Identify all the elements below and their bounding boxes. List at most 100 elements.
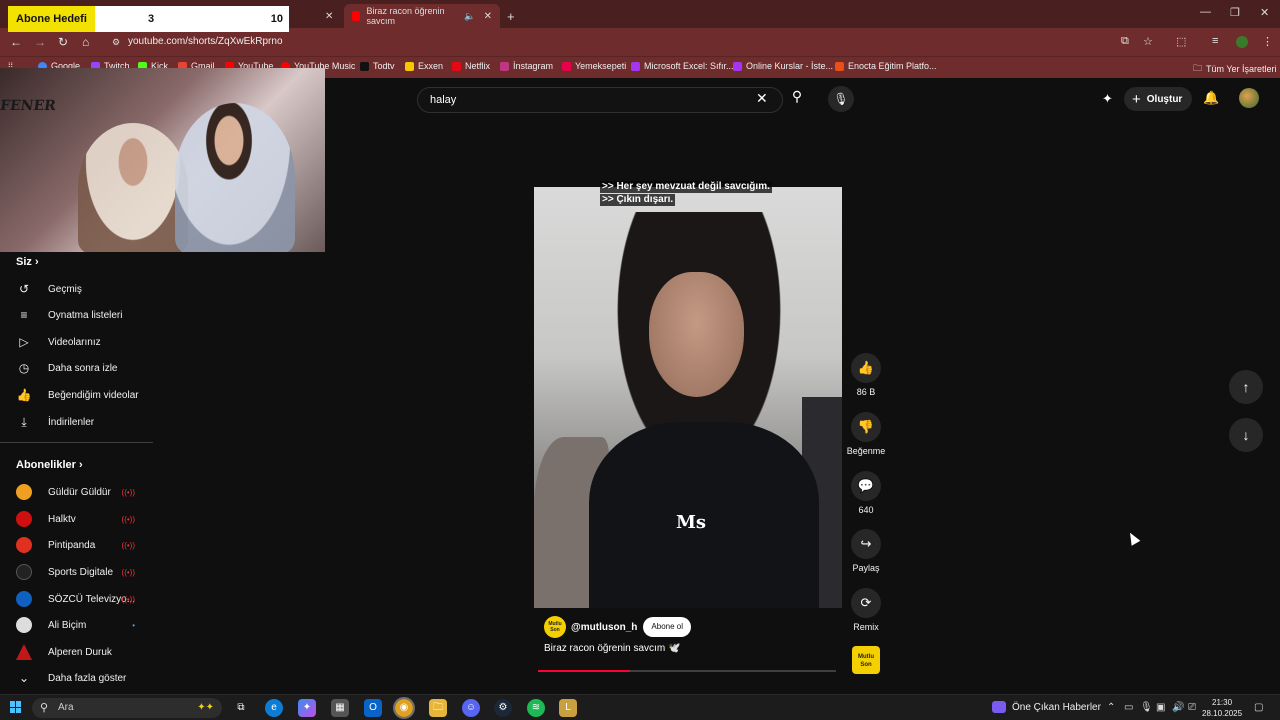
sidebar-item-downloads[interactable]: ⤓ İndirilenler bbox=[0, 409, 155, 435]
sound-thumbnail-logo: Mutlu Son bbox=[852, 646, 880, 674]
account-avatar[interactable] bbox=[1239, 88, 1259, 108]
speaker-icon[interactable]: 🔈 bbox=[464, 11, 475, 22]
sidebar-item-your-videos[interactable]: ▷ Videolarınız bbox=[0, 329, 155, 355]
windows-taskbar: ⚲ Ara ✦✦ ⧉ e ✦ ▦ O ◉ 🗀 ☺ ⚙ ≋ L Öne Çıkan H… bbox=[0, 694, 1280, 720]
bookmark-netflix[interactable]: Netflix bbox=[452, 61, 490, 71]
discord-icon[interactable]: ☺ bbox=[462, 699, 480, 717]
windows-start-icon[interactable] bbox=[10, 701, 22, 713]
short-title[interactable]: Biraz racon öğrenin savcım 🕊️ bbox=[544, 643, 680, 654]
menu-icon[interactable]: ⋮ bbox=[1262, 35, 1273, 48]
notification-center-icon[interactable]: ▢ bbox=[1254, 702, 1263, 713]
window-close-icon[interactable]: ✕ bbox=[1260, 6, 1269, 19]
bookmark-online-courses[interactable]: Online Kurslar - İste... bbox=[733, 61, 833, 71]
volume-icon[interactable]: 🔊 bbox=[1172, 702, 1184, 713]
subscriber-goal-widget: Abone Hedefi 3 10 bbox=[8, 6, 289, 32]
comments-action[interactable]: 💬 640 bbox=[846, 471, 886, 515]
back-icon[interactable]: ← bbox=[10, 35, 22, 49]
steam-icon[interactable]: ⚙ bbox=[494, 699, 512, 717]
show-hidden-icons[interactable]: ⌃ bbox=[1107, 702, 1115, 713]
sidebar-sub-pintipanda[interactable]: Pintipanda ((•)) bbox=[0, 532, 155, 558]
spotify-icon[interactable]: ≋ bbox=[527, 699, 545, 717]
mic-icon[interactable]: 🎙 bbox=[828, 86, 854, 112]
sidebar-sub-alperen-duruk[interactable]: Alperen Duruk bbox=[0, 639, 155, 665]
battery-icon[interactable]: ▭ bbox=[1124, 702, 1133, 713]
all-bookmarks[interactable]: 🗀 Tüm Yer İşaretleri bbox=[1193, 61, 1277, 77]
sidebar-sub-halktv[interactable]: Halktv ((•)) bbox=[0, 506, 155, 532]
address-bar[interactable]: ⚙ youtube.com/shorts/ZqXwEkRprno bbox=[108, 33, 1108, 51]
tab-active[interactable]: Biraz racon öğrenin savcım 🔈 ✕ bbox=[344, 4, 500, 28]
chrome-icon[interactable]: ◉ bbox=[393, 697, 415, 719]
sidebar-you-header[interactable]: Siz › bbox=[16, 256, 39, 268]
channel-name[interactable]: @mutluson_h bbox=[571, 622, 637, 633]
system-clock[interactable]: 21:30 28.10.2025 bbox=[1202, 697, 1242, 719]
sound-thumbnail[interactable]: Mutlu Son bbox=[846, 646, 886, 674]
league-icon[interactable]: L bbox=[559, 699, 577, 717]
search-icon[interactable]: ⚲ bbox=[784, 88, 810, 110]
sidebar-item-watch-later[interactable]: ◷ Daha sonra izle bbox=[0, 355, 155, 381]
like-action[interactable]: 👍 86 B bbox=[846, 353, 886, 397]
minimize-icon[interactable]: — bbox=[1200, 6, 1211, 18]
channel-avatar[interactable]: Mutlu Son bbox=[544, 616, 566, 638]
clear-search-icon[interactable]: ✕ bbox=[756, 90, 768, 107]
camera-tray-icon[interactable]: ▣ bbox=[1156, 702, 1165, 713]
comment-icon: 💬 bbox=[851, 471, 881, 501]
edge-icon[interactable]: e bbox=[265, 699, 283, 717]
profile-icon[interactable] bbox=[1236, 36, 1248, 48]
sidebar-item-history[interactable]: ↺ Geçmiş bbox=[0, 276, 155, 302]
sidebar-sub-guldur-guldur[interactable]: Güldür Güldür ((•)) bbox=[0, 479, 155, 505]
bookmark-enocta[interactable]: Enocta Eğitim Platfo... bbox=[835, 61, 937, 71]
reading-list-icon[interactable]: ≡ bbox=[1212, 35, 1218, 47]
reload-icon[interactable]: ↻ bbox=[58, 35, 68, 49]
forward-icon[interactable]: → bbox=[34, 35, 46, 49]
extensions-icon[interactable]: ⬚ bbox=[1176, 35, 1186, 48]
bookmark-yemeksepeti[interactable]: Yemeksepeti bbox=[562, 61, 626, 71]
remix-icon: ⟳ bbox=[851, 588, 881, 618]
channel-info: Mutlu Son @mutluson_h Abone ol bbox=[544, 616, 692, 638]
sidebar-sub-sports-digitale[interactable]: Sports Digitale ((•)) bbox=[0, 559, 155, 585]
news-widget[interactable]: Öne Çıkan Haberler bbox=[992, 701, 1101, 713]
live-icon: ((•)) bbox=[121, 540, 135, 550]
bookmark-todtv[interactable]: Todtv bbox=[360, 61, 395, 71]
bookmark-excel-course[interactable]: Microsoft Excel: Sıfır... bbox=[631, 61, 734, 71]
sidebar-sub-ali-bicim[interactable]: Ali Biçim • bbox=[0, 612, 155, 638]
next-short-button[interactable]: ↓ bbox=[1229, 418, 1263, 452]
bookmark-star-icon[interactable]: ☆ bbox=[1143, 35, 1153, 48]
share-action[interactable]: ↪ Paylaş bbox=[846, 529, 886, 573]
url-text: youtube.com/shorts/ZqXwEkRprno bbox=[128, 36, 283, 47]
bookmark-exxen[interactable]: Exxen bbox=[405, 61, 443, 71]
site-info-icon[interactable]: ⚙ bbox=[112, 33, 120, 51]
dislike-action[interactable]: 👎 Beğenme bbox=[846, 412, 886, 456]
copilot-icon[interactable]: ✦ bbox=[298, 699, 316, 717]
home-icon[interactable]: ⌂ bbox=[82, 35, 89, 49]
bookmark-instagram[interactable]: İnstagram bbox=[500, 61, 553, 71]
network-icon[interactable]: ⎚ bbox=[1188, 702, 1196, 713]
progress-bar[interactable] bbox=[538, 670, 836, 672]
taskbar-search[interactable]: ⚲ Ara ✦✦ bbox=[32, 698, 222, 718]
close-tab-icon[interactable]: ✕ bbox=[484, 11, 492, 22]
short-video-player[interactable]: Ms bbox=[534, 187, 842, 608]
browser-toolbar: ← → ↻ ⌂ ⚙ youtube.com/shorts/ZqXwEkRprno… bbox=[0, 28, 1280, 56]
sidebar-subscriptions-header[interactable]: Abonelikler › bbox=[16, 459, 83, 471]
subscribe-button[interactable]: Abone ol bbox=[643, 617, 692, 637]
sidebar-item-playlists[interactable]: ≡ Oynatma listeleri bbox=[0, 302, 155, 328]
sidebar-show-more[interactable]: ⌄ Daha fazla göster bbox=[0, 665, 155, 691]
store-icon[interactable]: ▦ bbox=[331, 699, 349, 717]
previous-short-button[interactable]: ↑ bbox=[1229, 370, 1263, 404]
mic-tray-icon[interactable]: 🎙 bbox=[1140, 702, 1153, 713]
cast-icon[interactable]: ⧉ bbox=[1121, 35, 1129, 48]
new-tab-button[interactable]: + bbox=[507, 4, 515, 28]
notifications-icon[interactable]: 🔔 bbox=[1203, 90, 1219, 106]
search-input[interactable]: halay bbox=[417, 87, 783, 113]
sparkle-icon[interactable]: ✦ bbox=[1102, 91, 1113, 107]
sidebar-sub-sozcu[interactable]: SÖZCÜ Televizyo... ((•)) bbox=[0, 586, 155, 612]
outlook-icon[interactable]: O bbox=[364, 699, 382, 717]
restore-icon[interactable]: ❐ bbox=[1230, 6, 1240, 19]
task-view-icon[interactable]: ⧉ bbox=[232, 699, 250, 717]
sidebar-item-liked[interactable]: 👍 Beğendiğim videolar bbox=[0, 382, 155, 408]
goal-current: 3 bbox=[148, 13, 155, 25]
streamer-person-right bbox=[175, 103, 295, 252]
create-button[interactable]: + Oluştur bbox=[1124, 87, 1193, 111]
webcam-overlay: FENER bbox=[0, 68, 325, 252]
remix-action[interactable]: ⟳ Remix bbox=[846, 588, 886, 632]
file-explorer-icon[interactable]: 🗀 bbox=[429, 699, 447, 717]
